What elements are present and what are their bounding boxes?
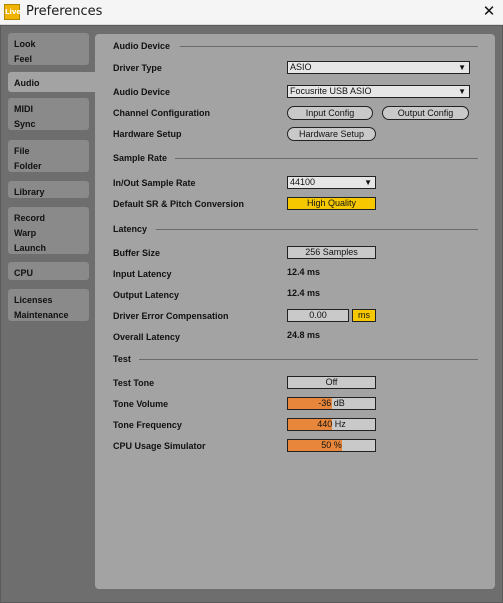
tone-volume-value: -36 dB xyxy=(318,398,345,408)
tab-label: Warp xyxy=(14,228,37,238)
driver-type-dropdown[interactable]: ASIO ▼ xyxy=(287,61,470,74)
channel-config-label: Channel Configuration xyxy=(113,108,210,118)
hardware-setup-label: Hardware Setup xyxy=(113,129,182,139)
chevron-down-icon: ▼ xyxy=(364,178,372,187)
close-icon[interactable]: ✕ xyxy=(481,2,497,20)
driver-error-unit-toggle[interactable]: ms xyxy=(352,309,376,322)
output-latency-label: Output Latency xyxy=(113,290,180,300)
hardware-setup-button[interactable]: Hardware Setup xyxy=(287,127,376,141)
tab-look-feel[interactable]: Look Feel xyxy=(8,33,89,65)
input-latency-label: Input Latency xyxy=(113,269,172,279)
section-divider xyxy=(139,359,478,360)
tab-audio[interactable]: Audio xyxy=(8,72,100,92)
driver-type-label: Driver Type xyxy=(113,63,162,73)
tab-midi-sync[interactable]: MIDI Sync xyxy=(8,98,89,130)
chevron-down-icon: ▼ xyxy=(458,87,466,96)
cpu-sim-label: CPU Usage Simulator xyxy=(113,441,206,451)
tone-frequency-value: 440 Hz xyxy=(317,419,346,429)
section-sample-rate: Sample Rate xyxy=(113,153,168,163)
section-divider xyxy=(156,229,478,230)
test-tone-toggle[interactable]: Off xyxy=(287,376,376,389)
tab-library[interactable]: Library xyxy=(8,181,89,198)
tab-label: Audio xyxy=(14,78,40,88)
tab-label: Feel xyxy=(14,54,33,64)
tab-label: CPU xyxy=(14,268,34,278)
tone-frequency-slider[interactable]: 440 Hz xyxy=(287,418,376,431)
driver-error-value: 0.00 xyxy=(309,310,327,320)
tab-licenses-maintenance[interactable]: Licenses Maintenance xyxy=(8,289,89,321)
tab-label: Library xyxy=(14,187,45,197)
cpu-sim-value: 50 % xyxy=(321,440,342,450)
section-divider xyxy=(180,46,478,47)
input-latency-value: 12.4 ms xyxy=(287,267,321,277)
default-sr-button[interactable]: High Quality xyxy=(287,197,376,210)
tab-label: File xyxy=(14,146,30,156)
tab-label: Folder xyxy=(14,161,42,171)
sample-rate-value: 44100 xyxy=(290,177,316,187)
output-config-button[interactable]: Output Config xyxy=(382,106,469,120)
audio-device-dropdown[interactable]: Focusrite USB ASIO ▼ xyxy=(287,85,470,98)
tone-volume-label: Tone Volume xyxy=(113,399,169,409)
driver-error-label: Driver Error Compensation xyxy=(113,311,229,321)
section-test: Test xyxy=(113,354,131,364)
buffer-size-label: Buffer Size xyxy=(113,248,161,258)
in-out-sample-rate-label: In/Out Sample Rate xyxy=(113,178,196,188)
output-latency-value: 12.4 ms xyxy=(287,288,321,298)
sample-rate-dropdown[interactable]: 44100 ▼ xyxy=(287,176,376,189)
audio-device-value: Focusrite USB ASIO xyxy=(290,86,372,96)
window-title: Preferences xyxy=(26,4,103,19)
section-latency: Latency xyxy=(113,224,148,234)
tab-label: Launch xyxy=(14,243,47,253)
tab-label: MIDI xyxy=(14,104,33,114)
default-sr-label: Default SR & Pitch Conversion xyxy=(113,199,245,209)
tab-file-folder[interactable]: File Folder xyxy=(8,140,89,172)
audio-device-label: Audio Device xyxy=(113,87,171,97)
audio-settings-panel: Audio Device Driver Type ASIO ▼ Audio De… xyxy=(95,34,495,589)
tab-label: Look xyxy=(14,39,36,49)
chevron-down-icon: ▼ xyxy=(458,63,466,72)
section-divider xyxy=(175,158,478,159)
cpu-usage-slider[interactable]: 50 % xyxy=(287,439,376,452)
tone-frequency-label: Tone Frequency xyxy=(113,420,182,430)
tab-record-warp-launch[interactable]: Record Warp Launch xyxy=(8,207,89,254)
tab-label: Record xyxy=(14,213,46,223)
section-audio-device: Audio Device xyxy=(113,41,171,51)
driver-error-field[interactable]: 0.00 xyxy=(287,309,349,322)
tone-volume-slider[interactable]: -36 dB xyxy=(287,397,376,410)
live-app-icon: Live xyxy=(4,4,21,20)
tab-cpu[interactable]: CPU xyxy=(8,262,89,280)
buffer-size-field[interactable]: 256 Samples xyxy=(287,246,376,259)
overall-latency-value: 24.8 ms xyxy=(287,330,321,340)
title-bar: Live Preferences ✕ xyxy=(0,0,503,25)
tab-label: Sync xyxy=(14,119,36,129)
overall-latency-label: Overall Latency xyxy=(113,332,181,342)
test-tone-label: Test Tone xyxy=(113,378,155,388)
tab-label: Licenses xyxy=(14,295,53,305)
tab-label: Maintenance xyxy=(14,310,69,320)
driver-type-value: ASIO xyxy=(290,62,312,72)
input-config-button[interactable]: Input Config xyxy=(287,106,373,120)
